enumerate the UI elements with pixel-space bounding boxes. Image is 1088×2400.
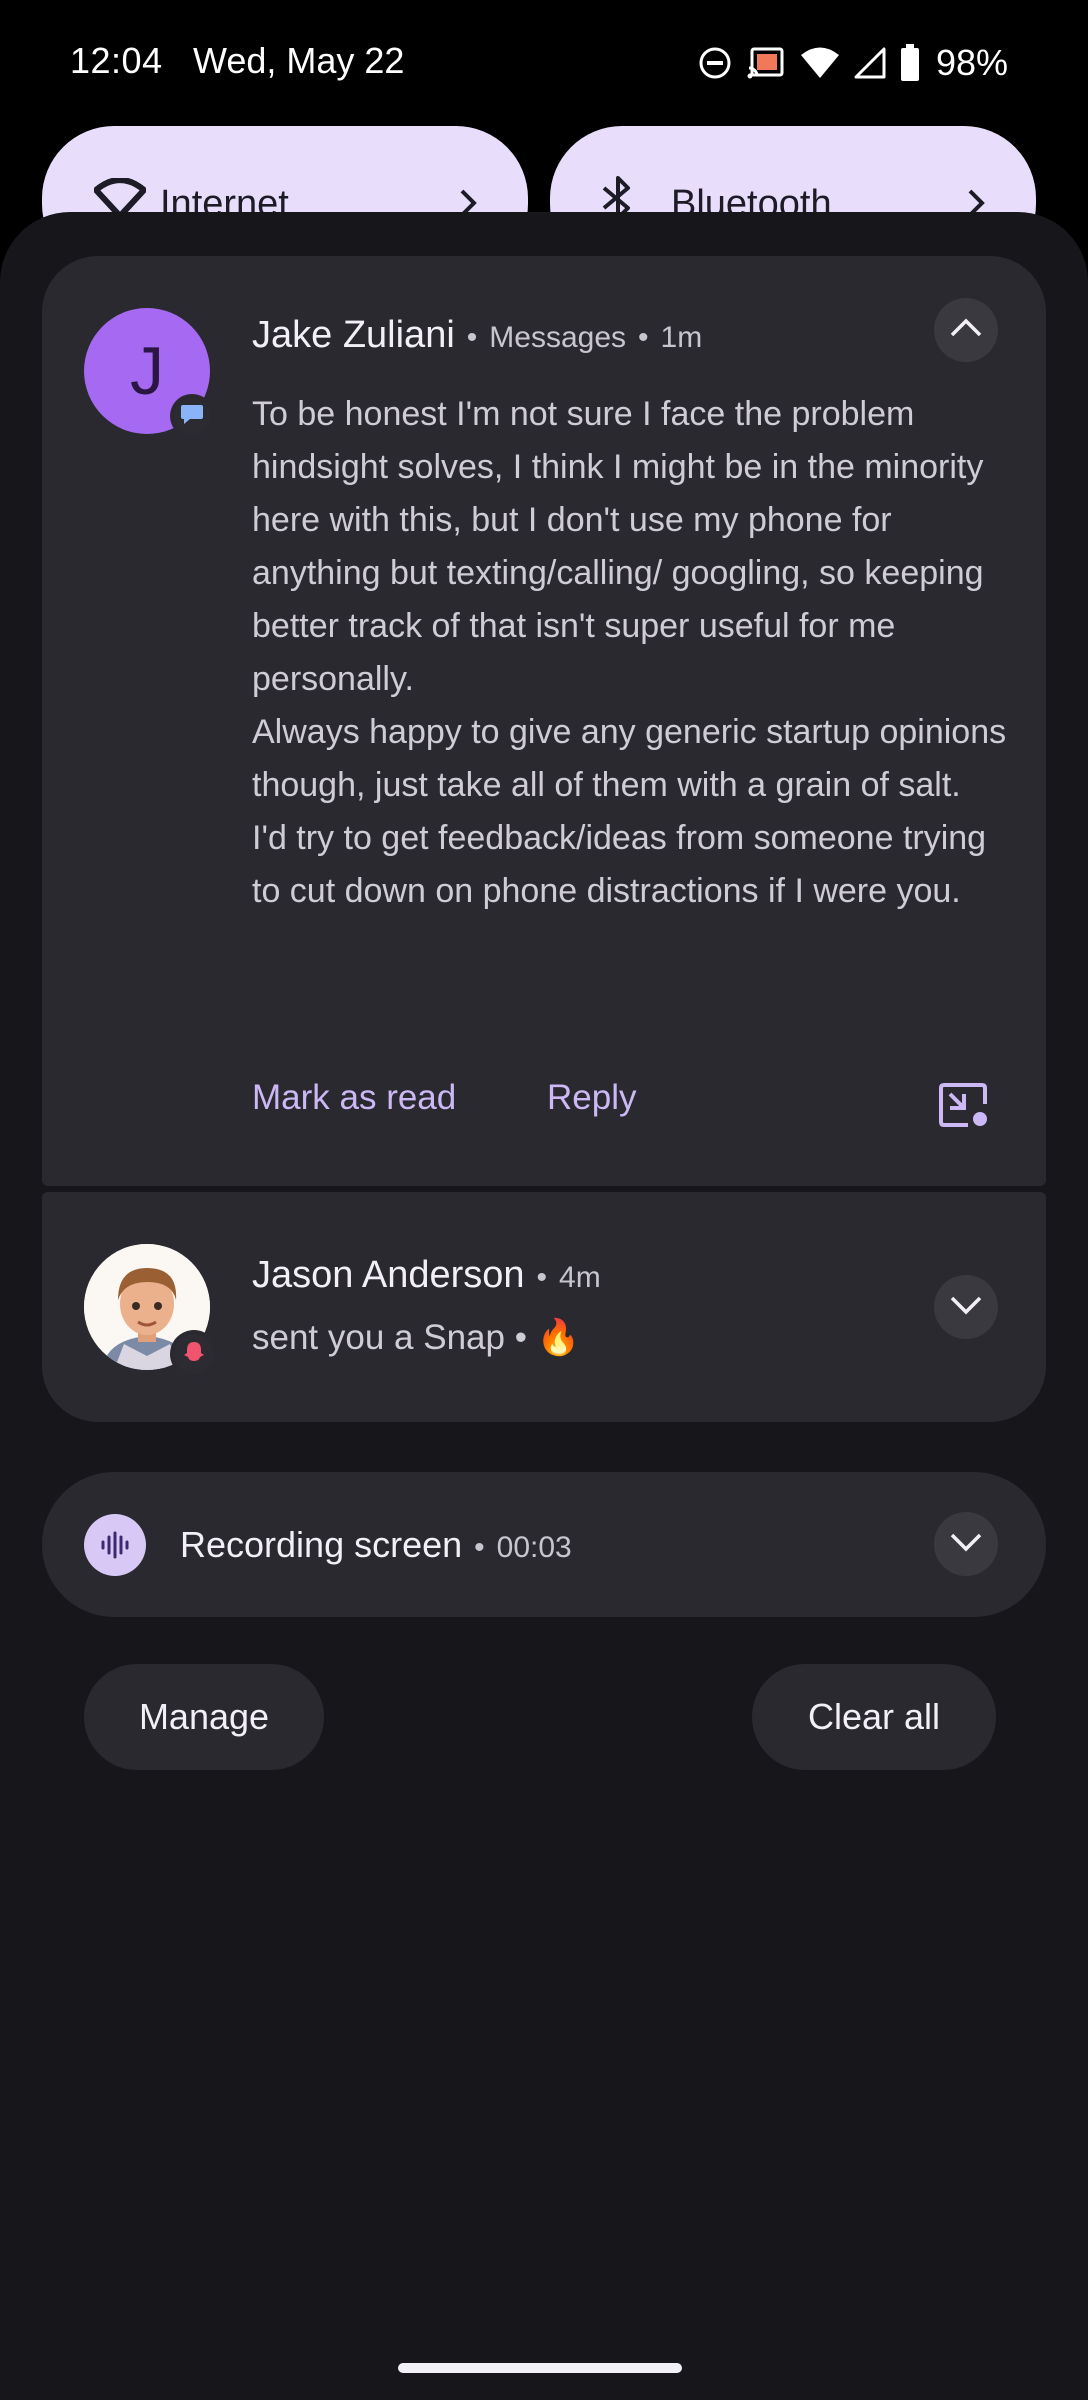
notification-time: 4m <box>559 1261 601 1294</box>
mark-as-read-button[interactable]: Mark as read <box>252 1078 456 1118</box>
clear-all-button-label: Clear all <box>807 1696 941 1737</box>
notification-header: Jake Zuliani • Messages • 1m <box>252 314 703 356</box>
cast-icon <box>746 46 786 80</box>
status-bar: 12:04 Wed, May 22 98% <box>0 0 1088 125</box>
expand-button[interactable] <box>934 1275 998 1339</box>
chat-bubble-icon <box>180 403 204 430</box>
app-badge <box>170 1330 218 1378</box>
status-time: 12:04 <box>70 40 163 81</box>
chevron-down-icon <box>949 1532 983 1557</box>
collapse-button[interactable] <box>934 298 998 362</box>
home-indicator[interactable] <box>398 2363 682 2373</box>
notification-header: Recording screen • 00:03 <box>180 1524 572 1565</box>
notification-card-screen-recording[interactable]: Recording screen • 00:03 <box>42 1472 1046 1617</box>
notification-body: sent you a Snap • 🔥 <box>252 1318 581 1357</box>
clear-all-button[interactable]: Clear all <box>752 1664 996 1770</box>
sound-wave-icon <box>84 1514 146 1576</box>
app-name: Messages <box>489 321 627 354</box>
message-paragraph: Always happy to give any generic startup… <box>252 713 1007 804</box>
battery-percent: 98% <box>935 42 1008 83</box>
manage-button[interactable]: Manage <box>84 1664 324 1770</box>
do-not-disturb-icon <box>698 46 732 80</box>
sender-name: Jake Zuliani <box>252 314 455 356</box>
recording-elapsed: 00:03 <box>496 1531 572 1564</box>
status-date: Wed, May 22 <box>193 40 405 81</box>
sender-name: Jason Anderson <box>252 1254 525 1296</box>
notification-time: 1m <box>660 321 703 354</box>
manage-button-label: Manage <box>138 1696 270 1737</box>
snapchat-ghost-icon <box>182 1340 206 1369</box>
cellular-signal-icon <box>854 46 886 80</box>
message-paragraph: I'd try to get feedback/ideas from someo… <box>252 819 987 910</box>
wifi-icon <box>800 46 840 80</box>
notification-shade-screen: 12:04 Wed, May 22 98% Internet Bluetooth… <box>0 0 1088 2400</box>
app-badge <box>170 394 214 438</box>
notification-header: Jason Anderson • 4m <box>252 1254 601 1296</box>
battery-icon <box>900 44 920 82</box>
notification-card-snapchat[interactable]: Jason Anderson • 4m sent you a Snap • 🔥 <box>42 1192 1046 1422</box>
avatar-letter: J <box>130 333 164 409</box>
message-body: To be honest I'm not sure I face the pro… <box>252 388 1012 918</box>
reply-button[interactable]: Reply <box>547 1078 636 1118</box>
chevron-down-icon <box>949 1295 983 1320</box>
status-icons: 98% <box>698 40 1008 86</box>
notification-card-messages[interactable]: J Jake Zuliani • Messages • 1m To be hon… <box>42 256 1046 1186</box>
expand-button[interactable] <box>934 1512 998 1576</box>
message-paragraph: To be honest I'm not sure I face the pro… <box>252 395 984 698</box>
recording-title: Recording screen <box>180 1524 463 1565</box>
bubble-icon[interactable] <box>938 1082 990 1133</box>
chevron-up-icon <box>949 318 983 343</box>
